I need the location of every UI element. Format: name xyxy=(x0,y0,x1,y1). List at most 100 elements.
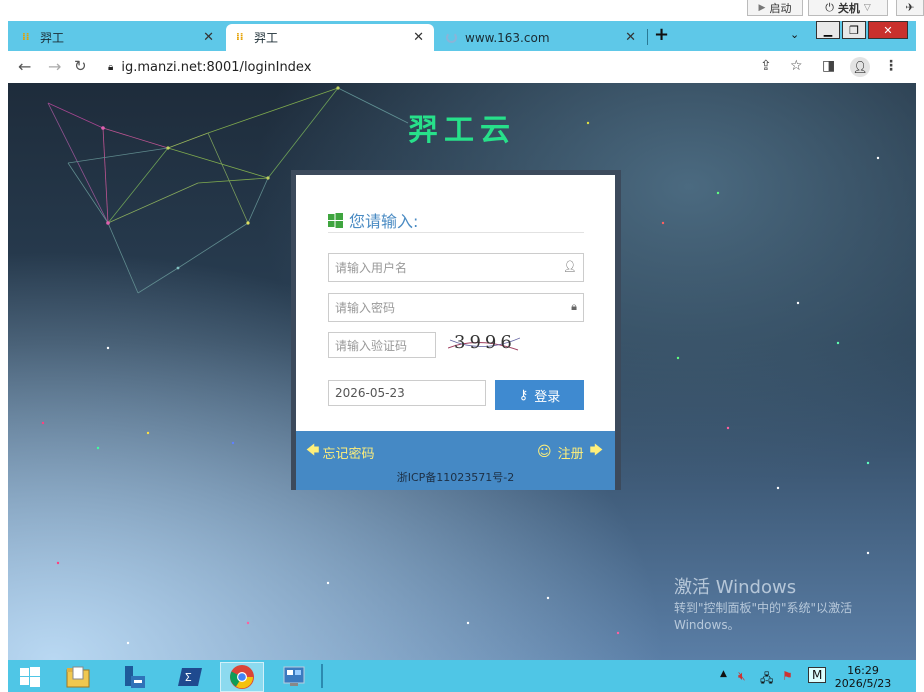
captcha-input[interactable]: 请输入验证码 xyxy=(328,332,436,358)
taskbar-server-manager[interactable] xyxy=(112,662,156,692)
key-icon: ⚷ xyxy=(518,387,529,402)
clock-date: 2026/5/23 xyxy=(834,677,892,690)
date-value: 2026-05-23 xyxy=(335,386,405,400)
taskbar-powershell[interactable]: Σ xyxy=(168,662,212,692)
captcha-image[interactable]: 3996 xyxy=(448,330,520,356)
tray-expand-icon[interactable]: ▲ xyxy=(720,669,727,679)
loading-spinner-icon xyxy=(446,32,457,43)
tab-title: www.163.com xyxy=(465,30,550,45)
volume-muted-icon[interactable]: 🔇︎ xyxy=(738,669,746,684)
activation-line-1: 转到"控制面板"中的"系统"以激活 xyxy=(674,601,853,615)
register-link[interactable]: ☺ 注册 🡆 xyxy=(537,441,603,463)
user-icon: 👤︎ xyxy=(563,260,577,273)
minimize-button[interactable]: ▁ xyxy=(816,21,840,39)
input-method-indicator[interactable]: M xyxy=(808,667,827,683)
close-icon[interactable]: ✕ xyxy=(413,30,424,45)
smile-icon: ☺ xyxy=(537,444,552,460)
login-page: 羿工云 您请输入: 请输入用户名 👤︎ 请输入密码 🔒︎ 请输入验证码 3996… xyxy=(8,83,916,660)
windows-activation-watermark: 激活 Windows 转到"控制面板"中的"系统"以激活 Windows。 xyxy=(674,573,852,634)
windows-start-icon xyxy=(20,667,40,687)
login-footer: 🡄 忘记密码 ☺ 注册 🡆 浙ICP备11023571号-2 xyxy=(296,431,615,490)
host-start-label: 启动 xyxy=(769,1,792,15)
tab-1[interactable]: ⁞⁞ 羿工 ✕ xyxy=(12,24,224,51)
lock-icon: 🔒︎ xyxy=(571,300,577,313)
password-placeholder: 请输入密码 xyxy=(335,301,396,315)
chrome-icon xyxy=(230,665,254,689)
username-placeholder: 请输入用户名 xyxy=(335,261,408,275)
restore-button[interactable]: ❐ xyxy=(842,21,866,39)
back-icon[interactable]: ← xyxy=(18,57,31,76)
send-icon: ✈ xyxy=(905,1,915,14)
tab-divider xyxy=(647,29,648,45)
tab-2[interactable]: ⁞⁞ 羿工 ✕ xyxy=(226,24,434,51)
chevron-down-icon: ▽ xyxy=(863,2,871,13)
control-panel-icon xyxy=(283,666,305,686)
close-window-button[interactable]: ✕ xyxy=(868,21,908,39)
address-bar[interactable]: 🔒︎ ig.manzi.net:8001/loginIndex xyxy=(104,55,784,79)
forgot-password-link[interactable]: 🡄 忘记密码 xyxy=(306,441,374,463)
password-input[interactable]: 请输入密码 🔒︎ xyxy=(328,293,584,322)
flag-alert-icon[interactable]: ⚑ xyxy=(782,669,793,683)
tab-title: 羿工 xyxy=(254,31,279,45)
tab-title: 羿工 xyxy=(40,31,65,45)
bookmark-star-icon[interactable]: ☆ xyxy=(790,58,803,74)
host-shutdown-label: 关机 xyxy=(837,1,860,15)
activation-line-2: Windows。 xyxy=(674,618,740,632)
arrow-right-icon: 🡆 xyxy=(589,443,604,458)
browser-tab-strip: ⁞⁞ 羿工 ✕ ⁞⁞ 羿工 ✕ www.163.com ✕ + ⌄ xyxy=(8,21,916,51)
date-field[interactable]: 2026-05-23 xyxy=(328,380,486,406)
login-button-label: 登录 xyxy=(534,388,561,404)
arrow-left-icon: 🡄 xyxy=(306,443,320,458)
yigong-favicon-icon: ⁞⁞ xyxy=(236,32,244,43)
taskbar-chrome[interactable] xyxy=(220,662,264,692)
windows-logo-icon xyxy=(328,212,343,228)
captcha-text: 3996 xyxy=(454,332,516,353)
power-icon: ⏻ xyxy=(825,0,834,14)
share-icon[interactable]: ⇪ xyxy=(760,58,772,74)
tab-3[interactable]: www.163.com ✕ xyxy=(436,24,646,51)
host-send-button[interactable]: ✈ xyxy=(896,0,924,16)
reload-icon[interactable]: ↻ xyxy=(74,57,87,75)
forward-icon[interactable]: → xyxy=(48,57,61,76)
icp-license-text: 浙ICP备11023571号-2 xyxy=(396,471,515,484)
taskbar-control-panel[interactable] xyxy=(272,662,316,692)
new-tab-button[interactable]: + xyxy=(654,24,669,45)
host-start-button[interactable]: ▶ 启动 xyxy=(747,0,803,16)
url-text: ig.manzi.net:8001/loginIndex xyxy=(121,59,312,75)
activation-title: 激活 Windows xyxy=(674,577,797,598)
login-heading: 您请输入: xyxy=(328,208,418,232)
login-heading-text: 您请输入: xyxy=(349,212,419,231)
network-icon[interactable]: 🖧 xyxy=(760,669,773,690)
tab-search-chevron-icon[interactable]: ⌄ xyxy=(790,28,799,41)
lock-icon: 🔒︎ xyxy=(108,61,114,73)
system-clock[interactable]: 16:29 2026/5/23 xyxy=(828,664,898,690)
svg-text:Σ: Σ xyxy=(185,671,192,684)
yigong-favicon-icon: ⁞⁞ xyxy=(22,32,30,43)
activation-subtitle: 转到"控制面板"中的"系统"以激活 Windows。 xyxy=(674,600,852,634)
close-icon[interactable]: ✕ xyxy=(203,30,214,45)
forgot-password-label: 忘记密码 xyxy=(322,446,375,462)
close-icon[interactable]: ✕ xyxy=(625,30,636,45)
taskbar-file-explorer[interactable] xyxy=(56,662,100,692)
captcha-placeholder: 请输入验证码 xyxy=(335,338,408,353)
folder-icon xyxy=(66,666,90,688)
clock-time: 16:29 xyxy=(847,664,879,677)
browser-toolbar: ← → ↻ 🔒︎ ig.manzi.net:8001/loginIndex ⇪ … xyxy=(8,51,916,84)
window-controls: ▁ ❐ ✕ xyxy=(816,21,908,39)
start-button[interactable] xyxy=(8,662,52,692)
side-panel-icon[interactable]: ◨ xyxy=(822,58,835,74)
host-toolbar: ▶ 启动 ⏻ 关机 ▽ ✈ xyxy=(0,0,924,20)
taskbar-separator xyxy=(321,664,323,688)
login-button[interactable]: ⚷ 登录 xyxy=(495,380,584,410)
heading-divider xyxy=(328,232,584,233)
menu-kebab-icon[interactable]: ⋮ xyxy=(884,58,898,74)
profile-avatar-icon[interactable]: 👤︎ xyxy=(850,57,870,77)
play-icon: ▶ xyxy=(758,2,766,13)
login-card: 您请输入: 请输入用户名 👤︎ 请输入密码 🔒︎ 请输入验证码 3996 202… xyxy=(296,175,615,431)
username-input[interactable]: 请输入用户名 👤︎ xyxy=(328,253,584,282)
host-shutdown-button[interactable]: ⏻ 关机 ▽ xyxy=(808,0,888,16)
windows-taskbar: Σ ▲ 🔇︎ 🖧 ⚑ M 16:29 2026/5/23 xyxy=(8,660,916,692)
server-manager-icon xyxy=(125,666,145,688)
register-label: 注册 xyxy=(557,446,584,462)
powershell-icon: Σ xyxy=(178,668,202,686)
